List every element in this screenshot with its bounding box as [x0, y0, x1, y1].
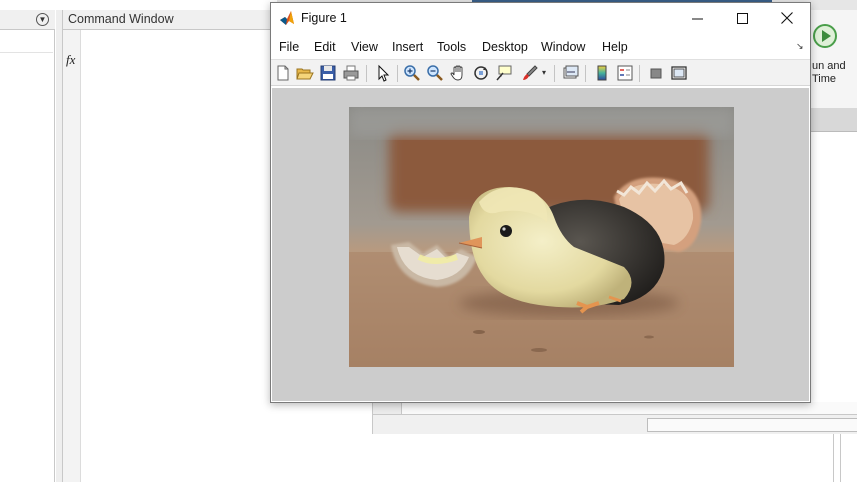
- select-arrow-icon[interactable]: [374, 64, 392, 82]
- status-field: [647, 418, 857, 432]
- figure-titlebar[interactable]: Figure 1: [271, 3, 810, 33]
- ribbon-run-section: [810, 10, 857, 108]
- menu-insert[interactable]: Insert: [392, 40, 423, 54]
- editor-tab-bar: [810, 108, 857, 132]
- print-icon[interactable]: [342, 64, 360, 82]
- toolbar-separator: [554, 65, 555, 82]
- figure-toolbar: ▾: [271, 59, 810, 86]
- open-file-icon[interactable]: [296, 64, 314, 82]
- minimize-button[interactable]: [674, 3, 720, 33]
- run-and-time-icon[interactable]: [813, 24, 837, 48]
- toolbar-separator: [585, 65, 586, 82]
- current-folder-panel: ▼: [0, 10, 55, 482]
- menu-desktop[interactable]: Desktop: [482, 40, 528, 54]
- toolbar-separator: [397, 65, 398, 82]
- rotate-3d-icon[interactable]: [472, 64, 490, 82]
- panel-actions-icon[interactable]: ▼: [36, 13, 49, 26]
- menu-help[interactable]: Help: [602, 40, 628, 54]
- colorbar-icon[interactable]: [593, 64, 611, 82]
- save-icon[interactable]: [319, 64, 337, 82]
- vertical-scrollbar[interactable]: [833, 434, 841, 482]
- figure-title: Figure 1: [301, 11, 347, 25]
- maximize-button[interactable]: [719, 3, 765, 33]
- new-figure-icon[interactable]: [274, 64, 292, 82]
- minimize-icon: [691, 18, 703, 19]
- run-and-time-label[interactable]: un and Time: [812, 60, 857, 86]
- figure-canvas[interactable]: [272, 88, 809, 401]
- menu-window[interactable]: Window: [541, 40, 585, 54]
- fx-icon[interactable]: fx: [66, 52, 75, 68]
- figure-menubar: File Edit View Insert Tools Desktop Wind…: [271, 35, 810, 57]
- maximize-icon: [736, 12, 748, 24]
- close-button[interactable]: [764, 3, 810, 33]
- command-gutter: fx: [63, 30, 81, 482]
- hide-plot-tools-icon[interactable]: [647, 64, 665, 82]
- menu-tools[interactable]: Tools: [437, 40, 466, 54]
- dock-figure-icon[interactable]: ↘: [796, 41, 804, 52]
- command-window[interactable]: Command Window fx: [62, 10, 278, 482]
- figure-window[interactable]: Figure 1 File Edit View Insert Tools Des…: [270, 2, 811, 403]
- brush-dropdown-icon[interactable]: ▾: [542, 68, 546, 77]
- matlab-logo-icon: [280, 11, 294, 25]
- menu-edit[interactable]: Edit: [314, 40, 336, 54]
- menu-file[interactable]: File: [279, 40, 299, 54]
- show-plot-tools-icon[interactable]: [670, 64, 688, 82]
- pan-hand-icon[interactable]: [449, 64, 467, 82]
- panel-row[interactable]: [0, 31, 53, 53]
- data-cursor-icon[interactable]: [495, 64, 513, 82]
- command-window-title: Command Window: [63, 10, 278, 30]
- brush-icon[interactable]: [521, 64, 539, 82]
- close-icon: [781, 12, 793, 24]
- zoom-out-icon[interactable]: [426, 64, 444, 82]
- zoom-in-icon[interactable]: [403, 64, 421, 82]
- toolbar-separator: [639, 65, 640, 82]
- menu-view[interactable]: View: [351, 40, 378, 54]
- legend-icon[interactable]: [616, 64, 634, 82]
- editor-status-bar: [372, 414, 857, 434]
- editor-area[interactable]: [810, 132, 857, 412]
- toolbar-separator: [366, 65, 367, 82]
- chick-image[interactable]: [349, 107, 734, 367]
- fx-label: fx: [66, 52, 76, 67]
- link-plot-icon[interactable]: [562, 64, 580, 82]
- panel-header: ▼: [0, 10, 55, 30]
- editor-lower-area: [372, 402, 857, 414]
